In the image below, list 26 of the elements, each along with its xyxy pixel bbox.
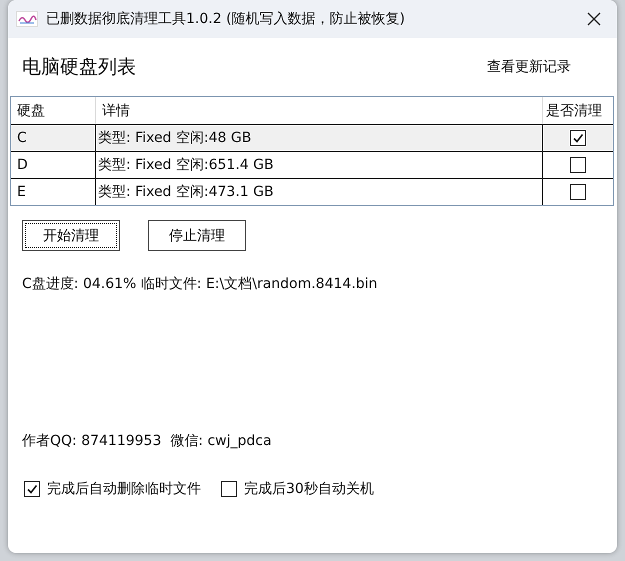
table-row[interactable]: D 类型: Fixed 空闲:651.4 GB bbox=[11, 151, 613, 178]
table-cell: D bbox=[11, 152, 96, 178]
action-button[interactable]: 停止清理 bbox=[148, 220, 246, 251]
author-info: 作者QQ: 874119953 微信: cwj_pdca bbox=[21, 432, 273, 450]
action-button[interactable]: 开始清理 bbox=[22, 220, 120, 251]
checkbox[interactable] bbox=[570, 130, 586, 146]
column-header: 是否清理 bbox=[545, 102, 603, 120]
window-title: 已删数据彻底清理工具1.0.2 (随机写入数据，防止被恢复) bbox=[46, 10, 406, 28]
table-row[interactable]: E 类型: Fixed 空闲:473.1 GB bbox=[11, 178, 613, 205]
checkbox[interactable] bbox=[221, 481, 237, 497]
update-log-link[interactable]: 查看更新记录 bbox=[487, 58, 571, 76]
table-cell: C bbox=[11, 125, 96, 151]
checkbox-label[interactable]: 完成后30秒自动关机 bbox=[244, 480, 374, 498]
app-logo-icon bbox=[16, 11, 38, 27]
table-cell: 类型: Fixed 空闲:651.4 GB bbox=[96, 152, 543, 178]
checkbox-label[interactable]: 完成后自动删除临时文件 bbox=[47, 480, 201, 498]
table-cell: E bbox=[11, 179, 96, 205]
progress-text: C盘进度: 04.61% 临时文件: E:\文档\random.8414.bin bbox=[21, 275, 378, 293]
table-cell: 类型: Fixed 空闲:473.1 GB bbox=[96, 179, 543, 205]
checkbox[interactable] bbox=[570, 157, 586, 173]
checkbox[interactable] bbox=[570, 184, 586, 200]
checkbox[interactable] bbox=[24, 481, 40, 497]
table-row[interactable]: C 类型: Fixed 空闲:48 GB bbox=[11, 124, 613, 151]
section-heading: 电脑硬盘列表 bbox=[22, 55, 136, 80]
table-cell: 类型: Fixed 空闲:48 GB bbox=[96, 125, 543, 151]
close-icon bbox=[587, 12, 601, 26]
